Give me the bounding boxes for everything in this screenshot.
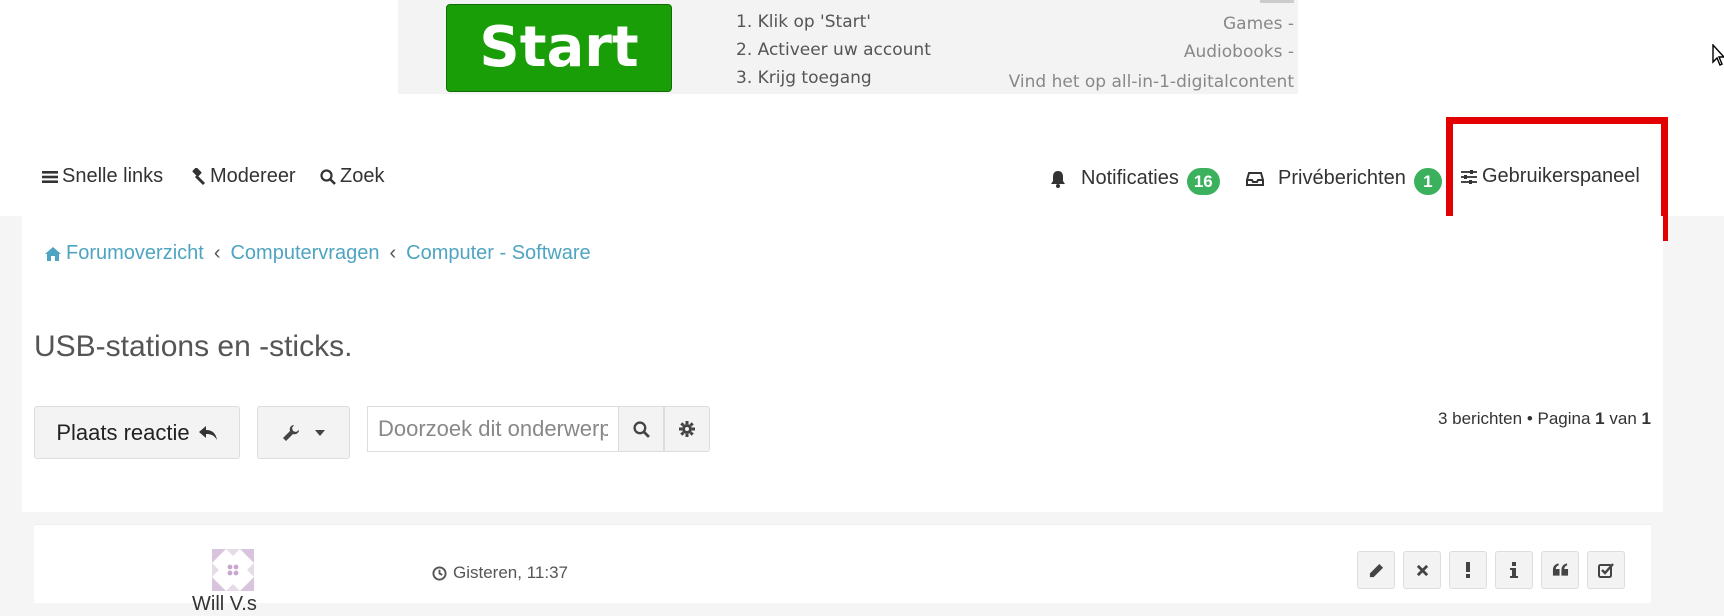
messages-label: Privéberichten	[1278, 167, 1406, 189]
post-reply-label: Plaats reactie	[56, 419, 190, 445]
ad-step: 1. Klik op 'Start'	[736, 12, 871, 32]
mouse-cursor-icon	[1712, 44, 1724, 66]
search-icon	[320, 168, 336, 185]
info-icon	[1510, 562, 1518, 578]
reply-icon	[198, 425, 217, 440]
ad-step: 2. Activeer uw account	[736, 40, 931, 60]
ad-banner: Start 1. Klik op 'Start' 2. Activeer uw …	[0, 0, 1724, 103]
post-reply-button[interactable]: Plaats reactie	[34, 406, 240, 459]
topic-search-input[interactable]	[367, 406, 618, 452]
avatar	[212, 549, 254, 591]
breadcrumb-forum-index[interactable]: Forumoverzicht	[44, 242, 204, 265]
approve-post-button[interactable]	[1587, 551, 1625, 589]
breadcrumb-separator: ‹	[213, 242, 221, 264]
search-icon	[632, 420, 650, 438]
close-icon	[1416, 564, 1428, 576]
breadcrumb-computer-software[interactable]: Computer - Software	[406, 242, 591, 265]
private-messages-link[interactable]: Privéberichten 1	[1246, 165, 1442, 195]
search-label: Zoek	[340, 165, 385, 187]
post-author[interactable]: Will V.s	[192, 593, 257, 616]
quote-icon	[1552, 563, 1568, 576]
messages-badge: 1	[1413, 168, 1442, 195]
post-time: Gisteren, 11:37	[432, 563, 568, 583]
ad-right-text: Games - Audiobooks - Vind het op all-in-…	[1009, 10, 1294, 94]
moderate-link[interactable]: Modereer	[188, 165, 296, 188]
of-label: van	[1609, 409, 1637, 428]
ad-steps: 1. Klik op 'Start' 2. Activeer uw accoun…	[736, 8, 931, 92]
inbox-icon	[1246, 171, 1264, 186]
pagination-info: 3 berichten • Pagina 1 van 1	[1438, 409, 1651, 429]
post-time-label: Gisteren, 11:37	[453, 563, 568, 582]
clock-icon	[432, 565, 447, 581]
notifications-label: Notificaties	[1081, 167, 1179, 189]
wrench-icon	[282, 424, 299, 441]
search-link[interactable]: Zoek	[320, 165, 384, 188]
gavel-icon	[192, 167, 206, 185]
page-label: Pagina	[1537, 409, 1591, 428]
current-page: 1	[1595, 409, 1605, 428]
pagination-separator: •	[1526, 409, 1533, 428]
breadcrumb-computervragen[interactable]: Computervragen	[230, 242, 379, 265]
page-title: USB-stations en -sticks.	[34, 330, 353, 363]
ad-right-line: Games -	[1222, 14, 1294, 34]
ad-step: 3. Krijg toegang	[736, 68, 872, 88]
moderate-label: Modereer	[210, 165, 296, 187]
total-pages: 1	[1641, 409, 1651, 428]
caret-down-icon	[314, 429, 325, 436]
exclamation-icon	[1466, 562, 1470, 578]
ad-right-line: Vind het op all-in-1-digitalcontent	[1008, 72, 1294, 92]
topic-tools-dropdown[interactable]	[257, 406, 350, 459]
post-item: Will V.s Gisteren, 11:37	[34, 524, 1651, 615]
edit-post-button[interactable]	[1357, 551, 1395, 589]
breadcrumb: Forumoverzicht ‹ Computervragen ‹ Comput…	[44, 242, 591, 265]
quick-links-label: Snelle links	[62, 165, 164, 187]
home-icon	[45, 246, 61, 261]
post-buttons	[1357, 551, 1625, 589]
topic-panel: Forumoverzicht ‹ Computervragen ‹ Comput…	[22, 216, 1663, 512]
delete-post-button[interactable]	[1403, 551, 1441, 589]
ad-strip	[1260, 0, 1294, 3]
notifications-link[interactable]: Notificaties 16	[1049, 165, 1220, 195]
report-post-button[interactable]	[1449, 551, 1487, 589]
notifications-badge: 16	[1186, 168, 1220, 195]
breadcrumb-separator: ‹	[389, 242, 397, 264]
topic-search-button[interactable]	[618, 406, 664, 452]
pencil-icon	[1369, 563, 1383, 577]
post-info-button[interactable]	[1495, 551, 1533, 589]
quote-post-button[interactable]	[1541, 551, 1579, 589]
breadcrumb-label: Forumoverzicht	[66, 242, 204, 264]
ad-right-line: Audiobooks -	[1183, 42, 1294, 62]
ad-box[interactable]: Start 1. Klik op 'Start' 2. Activeer uw …	[398, 0, 1298, 94]
bell-icon	[1051, 170, 1065, 188]
post-count: 3 berichten	[1437, 409, 1523, 428]
quick-links-menu[interactable]: Snelle links	[42, 165, 163, 188]
gear-icon	[679, 421, 695, 437]
advanced-search-button[interactable]	[664, 406, 710, 452]
check-square-icon	[1598, 563, 1614, 578]
hamburger-icon	[42, 170, 58, 183]
ad-start-button[interactable]: Start	[446, 4, 672, 92]
